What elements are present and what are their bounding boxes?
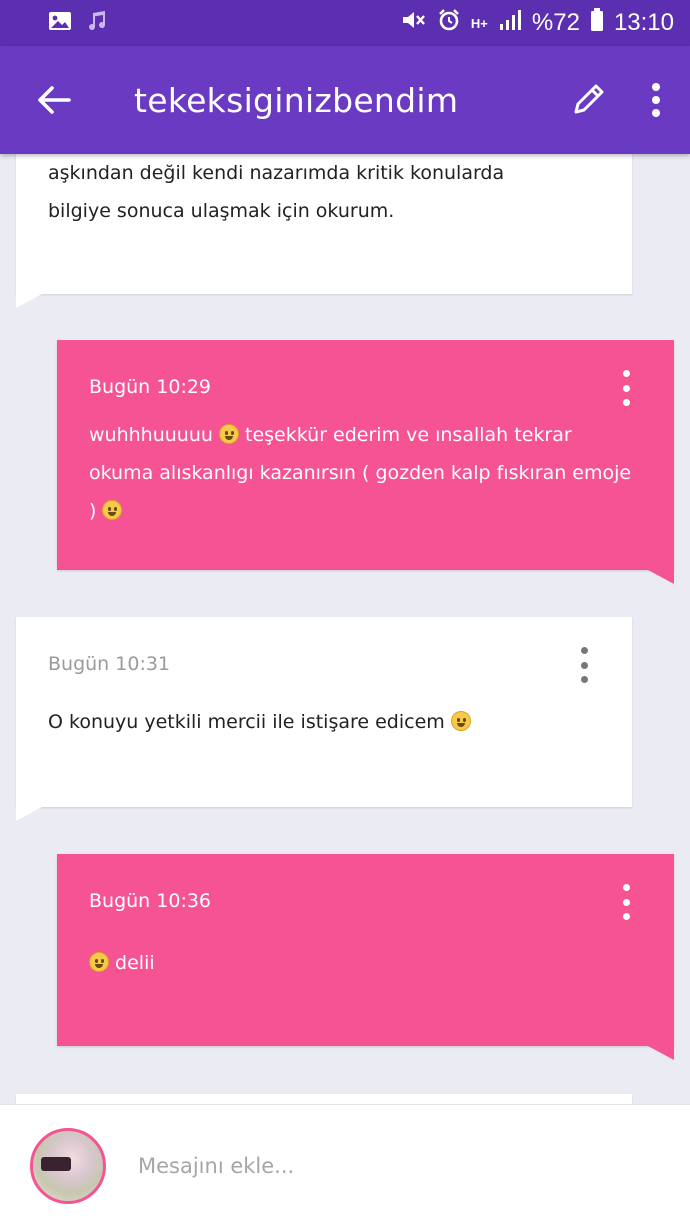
more-vertical-icon: [652, 83, 660, 117]
message-text-part: wuhhhuuuuu: [89, 424, 213, 446]
message-time: Bugün 10:36: [89, 890, 212, 912]
edit-button[interactable]: [568, 80, 608, 120]
message-time: Bugün 10:29: [89, 376, 212, 398]
page-title: tekeksiginizbendim: [134, 80, 459, 120]
message-menu-button[interactable]: [576, 647, 592, 683]
gallery-icon: [48, 10, 72, 36]
network-type-label: H+: [470, 15, 488, 31]
message-text: delii: [89, 944, 634, 982]
message-text-part: delii: [115, 952, 155, 974]
message-composer: Mesajını ekle...: [0, 1104, 690, 1227]
clock: 13:10: [613, 9, 674, 36]
message-input[interactable]: Mesajını ekle...: [138, 1154, 294, 1178]
message-text-part: O konuyu yetkili mercii ile istişare edi…: [48, 711, 445, 733]
message-menu-button[interactable]: [618, 884, 634, 920]
battery-percent: %72: [531, 9, 580, 36]
battery-icon: [590, 7, 604, 39]
message-text: aşkından değil kendi nazarımda kritik ko…: [48, 162, 505, 222]
bubble-tail: [16, 294, 42, 308]
bubble-tail: [648, 570, 674, 584]
avatar[interactable]: [30, 1128, 106, 1204]
music-note-icon: [86, 10, 108, 36]
message-time: Bugün 10:31: [48, 653, 171, 675]
overflow-menu-button[interactable]: [650, 82, 662, 118]
pencil-icon: [574, 84, 604, 114]
alarm-icon: [437, 8, 461, 39]
signal-icon: [498, 9, 522, 38]
status-bar: H+ %72 13:10: [0, 0, 690, 46]
bubble-tail: [16, 807, 42, 821]
smiley-emoji-icon: [102, 500, 123, 520]
bubble-tail: [648, 1046, 674, 1060]
message-bubble-incoming: Bugün 10:31 O konuyu yetkili mercii ile …: [16, 617, 632, 821]
message-bubble-incoming: aşkından değil kendi nazarımda kritik ko…: [16, 154, 632, 308]
message-text: O konuyu yetkili mercii ile istişare edi…: [48, 703, 592, 741]
app-bar: tekeksiginizbendim: [0, 46, 690, 154]
arrow-left-icon: [38, 86, 71, 114]
message-bubble-incoming: [16, 1094, 632, 1104]
message-bubble-outgoing: Bugün 10:29 wuhhhuuuuu teşekkür ederim v…: [57, 340, 674, 584]
message-text: wuhhhuuuuu teşekkür ederim ve ınsallah t…: [89, 416, 634, 530]
back-button[interactable]: [24, 70, 84, 130]
mute-icon: [401, 9, 427, 38]
message-bubble-outgoing: Bugün 10:36 delii: [57, 854, 674, 1060]
smiley-emoji-icon: [218, 424, 239, 444]
message-menu-button[interactable]: [618, 370, 634, 406]
smiley-emoji-icon: [89, 952, 109, 972]
message-thread[interactable]: aşkından değil kendi nazarımda kritik ko…: [0, 154, 690, 1104]
grinning-emoji-icon: [450, 711, 471, 731]
